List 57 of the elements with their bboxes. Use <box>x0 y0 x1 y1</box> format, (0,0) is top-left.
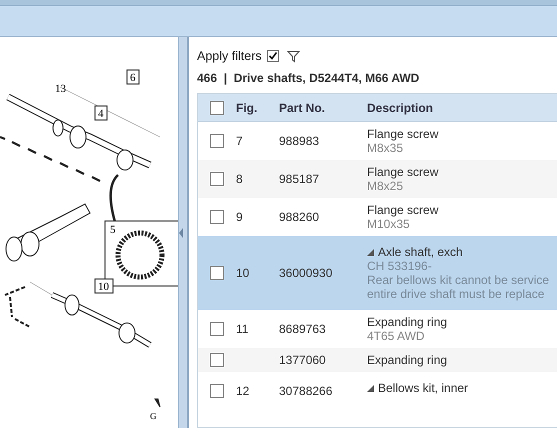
checkbox[interactable] <box>210 322 224 336</box>
part-note: M10x35 <box>367 217 411 231</box>
part-note: entire drive shaft must be replace <box>367 287 546 301</box>
checkbox[interactable] <box>210 210 224 224</box>
table-cell: Bellows kit, inner <box>378 381 468 395</box>
table-row[interactable]: 7 988983 Flange screw M8x35 <box>198 122 557 160</box>
table-cell-text: 30788266 <box>279 384 334 398</box>
part-note: 4T65 AWD <box>367 329 426 343</box>
table-cell-text: 8 <box>236 172 244 186</box>
table-cell: Flange screw <box>367 127 438 141</box>
table-cell-text: 12 <box>236 384 250 398</box>
column-header[interactable]: Part No. <box>279 100 367 114</box>
table-cell: Expanding ring <box>367 353 448 367</box>
boxed-callout-label: 10 <box>94 278 114 294</box>
filter-icon[interactable] <box>286 50 300 62</box>
table-row[interactable]: 12 30788266 Bellows kit, inner <box>198 372 557 410</box>
column-header[interactable]: Description <box>367 100 557 114</box>
table-cell-text: 10 <box>236 266 250 280</box>
callout-label: 13 <box>55 83 66 95</box>
expanded-icon[interactable] <box>367 384 374 392</box>
boxed-callout-label: 6 <box>126 70 140 84</box>
table-cell: Flange screw <box>367 165 438 179</box>
part-note: Rear bellows kit cannot be service <box>367 273 550 287</box>
table-cell-text: 11 <box>236 322 250 336</box>
checkbox[interactable] <box>266 50 279 62</box>
table-cell: Flange screw <box>367 203 438 217</box>
table-row[interactable]: 8 985187 Flange screw M8x25 <box>198 160 557 198</box>
table-row[interactable]: 1377060 Expanding ring <box>198 348 557 372</box>
callout-label: 5 <box>110 224 116 236</box>
expanded-icon[interactable] <box>367 248 374 256</box>
checkbox[interactable] <box>210 353 224 367</box>
table-cell-text: 36000930 <box>279 266 334 280</box>
table-cell: Axle shaft, exch <box>378 245 463 259</box>
callout-label: G <box>150 411 156 421</box>
section-title: 466 | Drive shafts, D5244T4, M66 AWD <box>197 71 420 85</box>
part-note: CH 533196- <box>367 259 433 273</box>
table-row[interactable]: 9 988260 Flange screw M10x35 <box>198 198 557 236</box>
checkbox[interactable] <box>210 384 224 398</box>
table-cell-text: 1377060 <box>279 353 327 367</box>
part-note: M8x35 <box>367 141 404 155</box>
table-cell-text: 985187 <box>279 172 320 186</box>
table-cell-text: 9 <box>236 210 244 224</box>
table-cell-text: 988983 <box>279 134 320 148</box>
checkbox[interactable] <box>210 172 224 186</box>
checkbox[interactable] <box>210 134 224 148</box>
table-row[interactable]: 10 36000930 Axle shaft, exch CH 533196- Rear bellows kit cannot be service entire drive shaft must be replace <box>198 236 557 310</box>
table-cell-text: 8689763 <box>279 322 327 336</box>
checkbox[interactable] <box>210 266 224 280</box>
part-note: M8x25 <box>367 179 404 193</box>
table-cell: Expanding ring <box>367 315 448 329</box>
column-header[interactable]: Fig. <box>236 100 279 114</box>
table-row[interactable]: 11 8689763 Expanding ring 4T65 AWD <box>198 310 557 348</box>
boxed-callout-label: 4 <box>94 106 108 120</box>
filter-label: Apply filters <box>197 49 262 63</box>
table-cell-text: 7 <box>236 134 244 148</box>
table-cell-text: 988260 <box>279 210 320 224</box>
checkbox[interactable] <box>210 100 224 114</box>
